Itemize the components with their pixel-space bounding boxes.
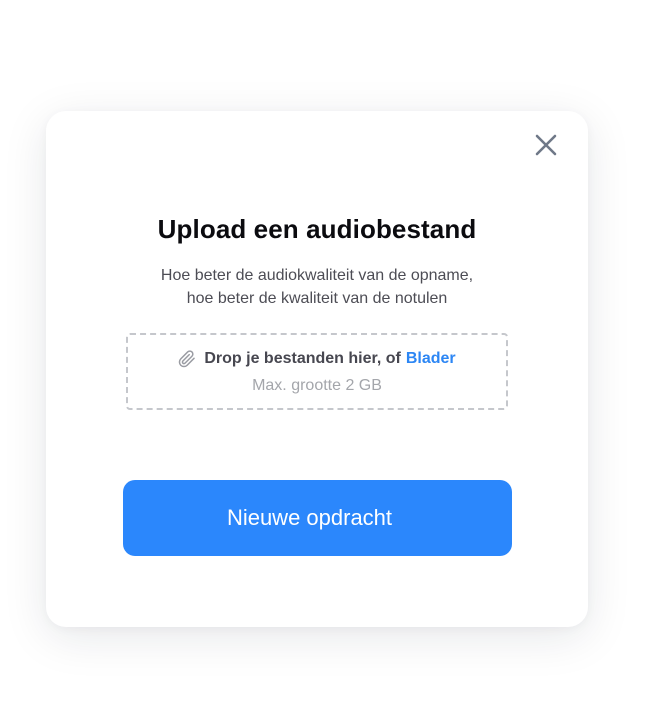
upload-modal: Upload een audiobestand Hoe beter de aud… xyxy=(46,111,588,627)
max-size-hint: Max. grootte 2 GB xyxy=(252,377,382,394)
close-button[interactable] xyxy=(530,131,562,163)
file-dropzone[interactable]: Drop je bestanden hier, of Blader Max. g… xyxy=(126,333,508,410)
subtitle-line-1: Hoe beter de audiokwaliteit van de opnam… xyxy=(160,267,474,284)
new-assignment-button[interactable]: Nieuwe opdracht xyxy=(123,480,512,556)
modal-subtitle: Hoe beter de audiokwaliteit van de opnam… xyxy=(46,264,588,310)
drop-text: Drop je bestanden hier, of xyxy=(204,350,401,367)
dropzone-instructions: Drop je bestanden hier, of Blader xyxy=(128,350,506,368)
subtitle-line-2: hoe beter de kwaliteit van de notulen xyxy=(186,290,448,307)
close-icon xyxy=(535,134,557,161)
page-background: Upload een audiobestand Hoe beter de aud… xyxy=(0,0,650,720)
modal-title: Upload een audiobestand xyxy=(157,214,477,244)
browse-link[interactable]: Blader xyxy=(406,350,456,368)
paperclip-icon xyxy=(178,350,196,368)
